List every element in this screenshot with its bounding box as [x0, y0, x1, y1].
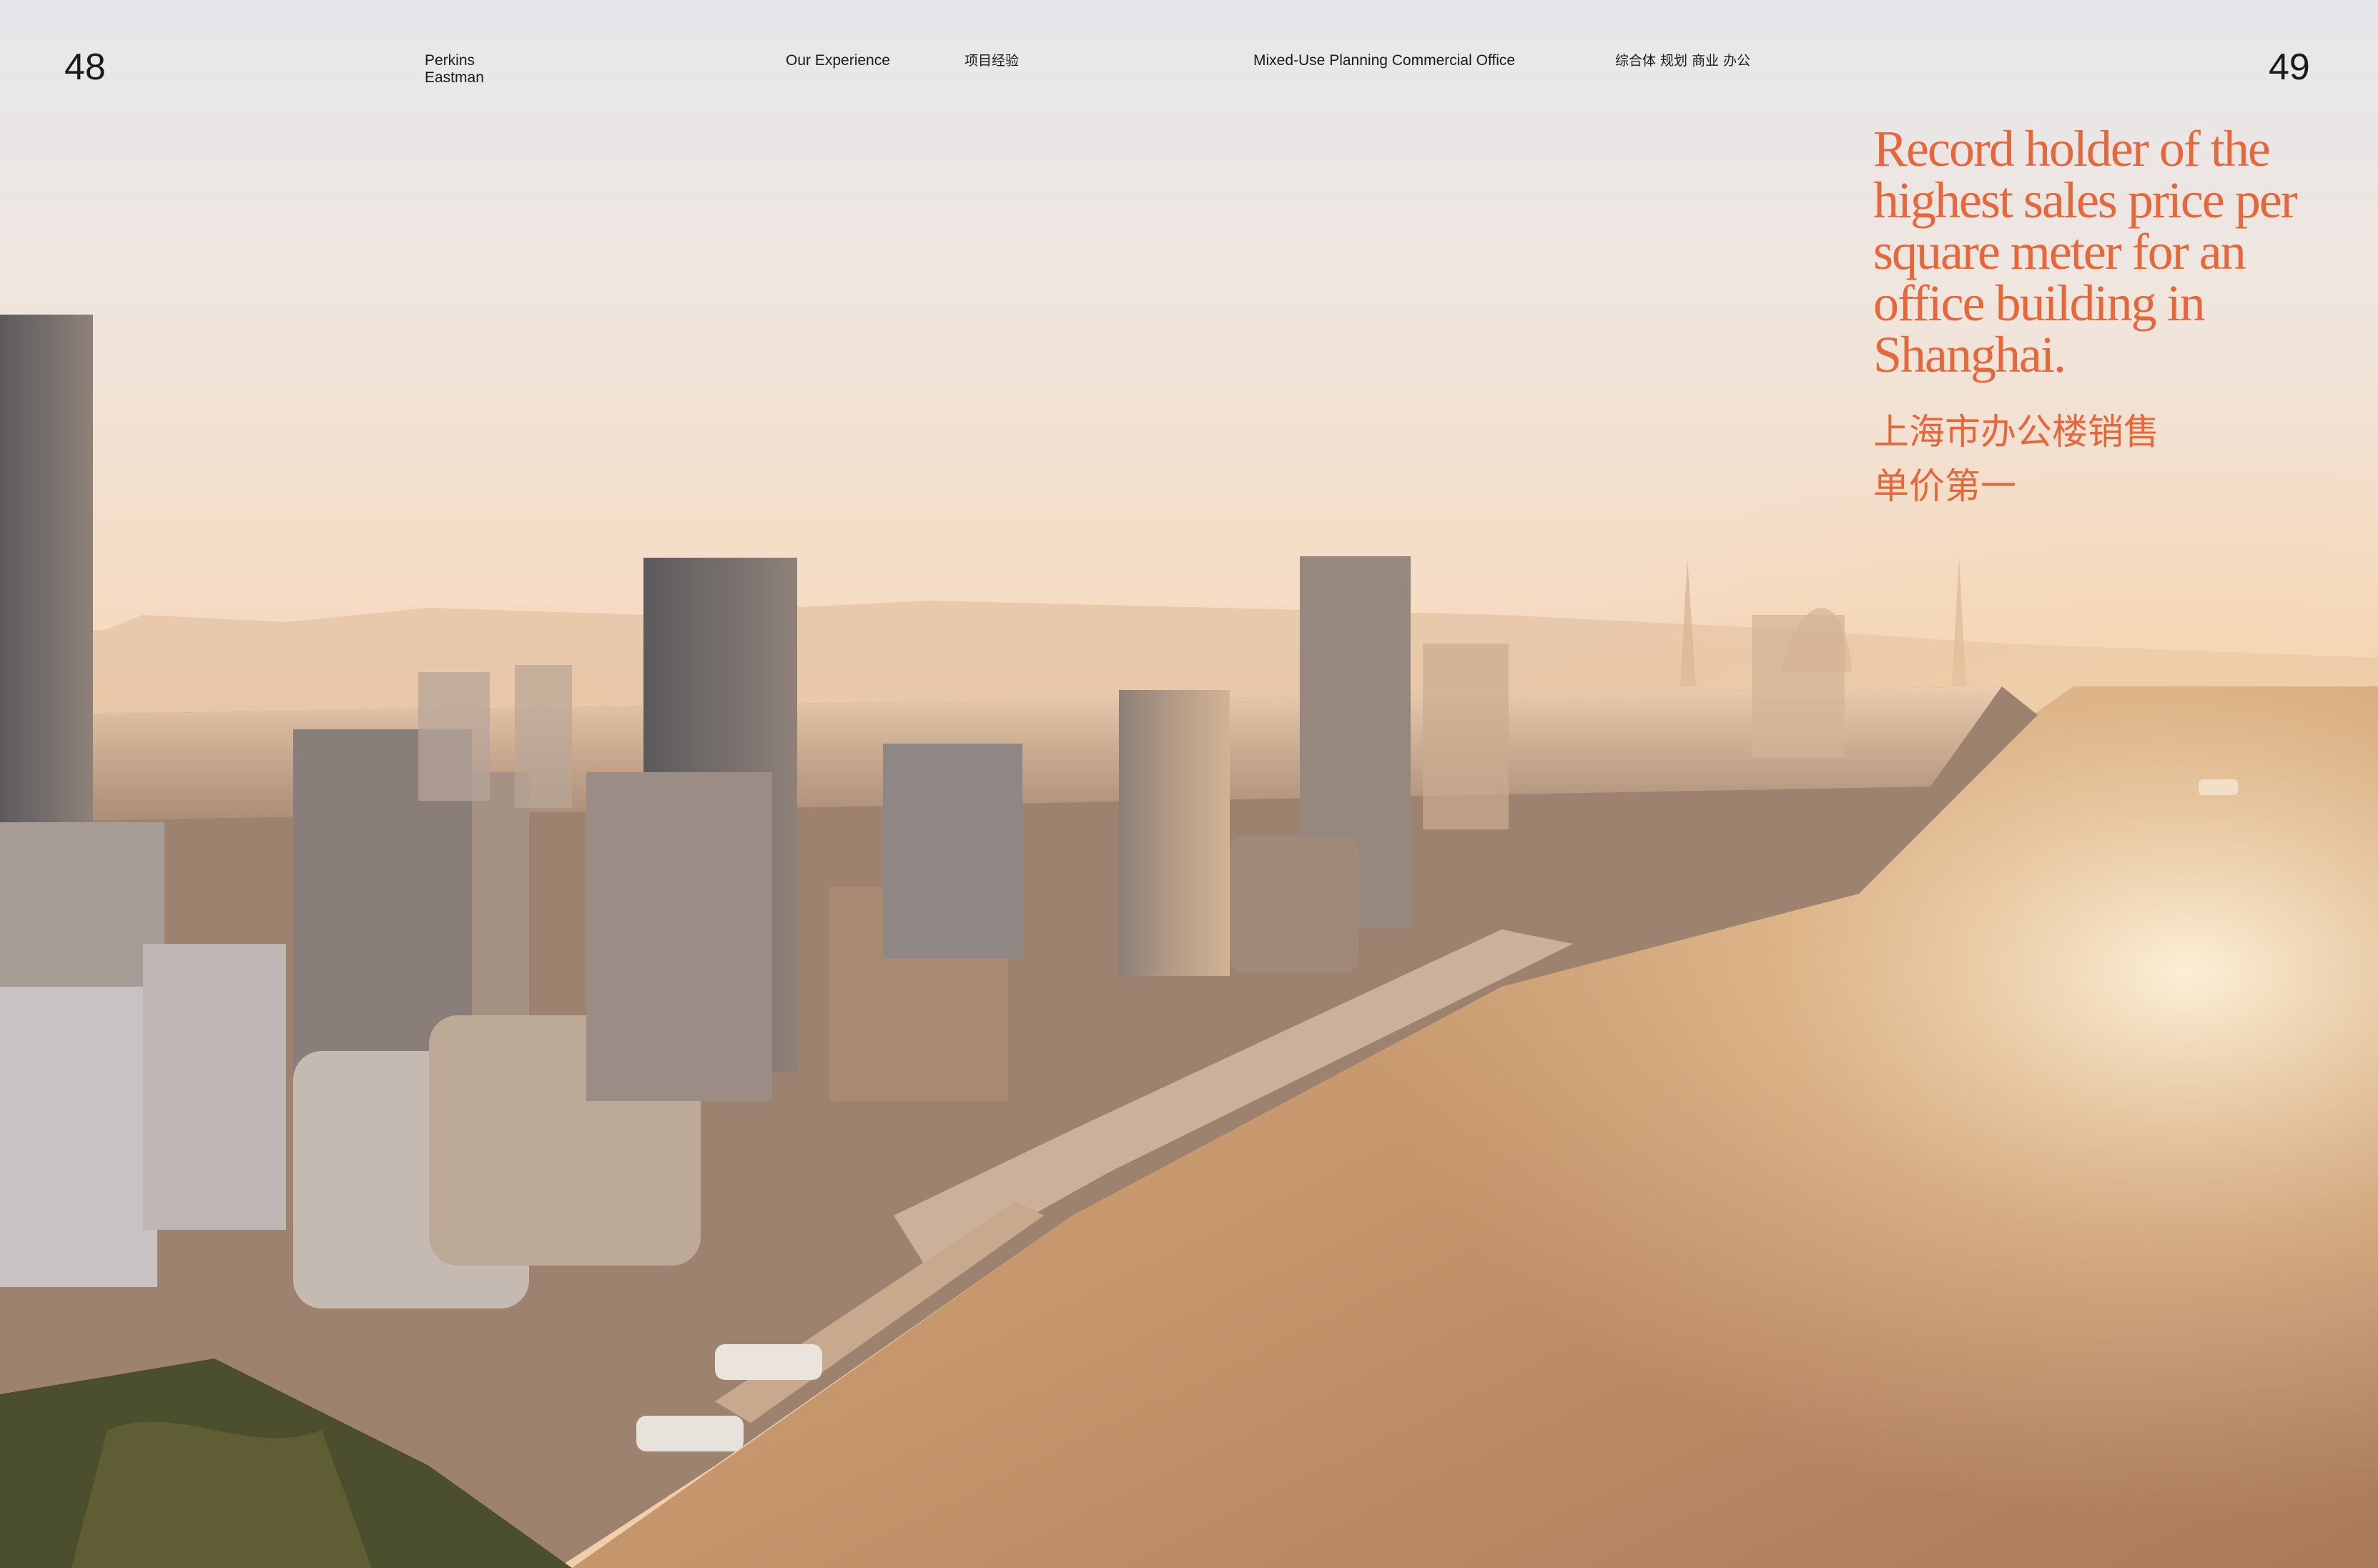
brand-name-line1: Perkins — [425, 52, 475, 69]
feature-headline: Record holder of the highest sales price… — [1873, 120, 2298, 383]
category-label-en: Mixed-Use Planning Commercial Office — [1253, 52, 1516, 69]
page-number-left: 48 — [64, 46, 106, 88]
page-number-right: 49 — [2269, 46, 2310, 88]
brand-name: Perkins Eastman — [425, 52, 484, 87]
brand-name-line2: Eastman — [425, 69, 484, 86]
section-label-en: Our Experience — [786, 52, 890, 69]
feature-headline-cn-line1: 上海市办公楼销售 — [1873, 411, 2159, 453]
feature-headline-cn-line2: 单价第一 — [1873, 465, 2016, 507]
section-label-cn: 项目经验 — [964, 53, 1020, 69]
category-label-cn: 综合体 规划 商业 办公 — [1615, 53, 1751, 69]
feature-headline-cn: 上海市办公楼销售 单价第一 — [1873, 405, 2302, 513]
